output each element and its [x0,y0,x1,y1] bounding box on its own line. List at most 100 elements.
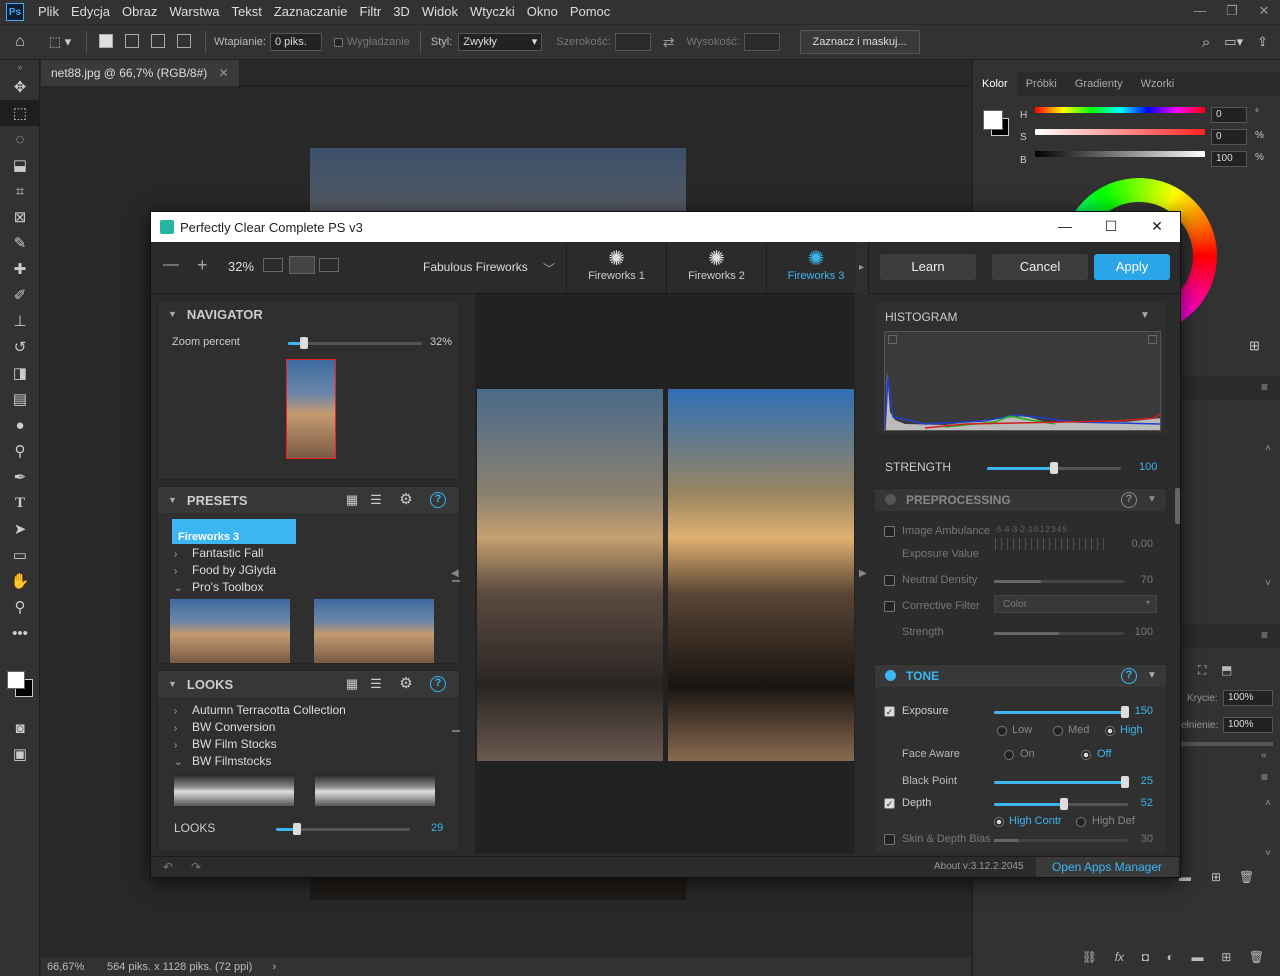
grid-view-icon[interactable]: ▦ [344,492,360,508]
strength-slider[interactable] [987,462,1121,474]
scroll-up-icon[interactable]: ˄ [1265,443,1271,454]
status-chevron-icon[interactable]: › [272,961,276,973]
exposure-med-radio[interactable] [1053,726,1063,736]
marquee-preset-icon[interactable]: ⬚ ▾ [40,34,80,50]
grid-view-icon[interactable]: ▦ [344,676,360,692]
neutral-density-checkbox[interactable] [884,575,895,586]
share-icon[interactable]: ⇪ [1257,34,1268,50]
menu-warstwa[interactable]: Warstwa [163,0,225,24]
menu-tekst[interactable]: Tekst [225,0,267,24]
move-tool-icon[interactable]: ✥ [0,74,40,100]
delete-layer-icon[interactable]: 🗑 [1239,870,1254,884]
krycie-input[interactable]: 100% [1223,690,1273,706]
tab-probki[interactable]: Próbki [1017,72,1066,96]
preset-thumbnail[interactable] [170,599,290,663]
depth-knob[interactable] [1060,798,1068,810]
layers-menu-icon[interactable]: ≡ [1261,628,1268,642]
corrective-filter-select[interactable]: Color ▾ [994,595,1157,613]
menu-plik[interactable]: Plik [32,0,65,24]
filter-strength-slider[interactable] [994,632,1124,635]
look-thumbnail[interactable] [315,774,435,806]
exposure-low-radio[interactable] [997,726,1007,736]
link-icon[interactable]: ⛓ [1082,950,1097,964]
scroll-down-icon-2[interactable]: ˅ [1265,848,1271,859]
face-aware-off-radio[interactable] [1081,750,1091,760]
gradient-tool-icon[interactable]: ▤ [0,386,40,412]
tree-item[interactable]: ⌄ BW Filmstocks [158,753,458,770]
mask-icon[interactable]: ◘ [1142,950,1149,964]
eyedropper-tool-icon[interactable]: ✎ [0,230,40,256]
new-layer-footer-icon[interactable]: ⊞ [1221,950,1231,964]
skin-depth-checkbox[interactable] [884,834,895,845]
tree-item[interactable]: ⌄ Pro's Toolbox [158,579,458,596]
menu-wtyczki[interactable]: Wtyczki [464,0,521,24]
about-link[interactable]: About v:3.12.2.2045 [934,861,1024,872]
exposure-high-radio[interactable] [1105,726,1115,736]
screen-mode-icon[interactable]: ▣ [0,741,40,767]
zoom-tool-icon[interactable]: ⚲ [0,594,40,620]
split-view-icon[interactable] [289,256,315,274]
menu-okno[interactable]: Okno [521,0,564,24]
depth-checkbox[interactable]: ✓ [884,798,895,809]
dialog-maximize-icon[interactable]: ☐ [1088,212,1134,242]
more-tools-icon[interactable]: ••• [0,620,40,646]
dialog-close-icon[interactable]: ✕ [1134,212,1180,242]
brush-tool-icon[interactable]: ✐ [0,282,40,308]
collapse-icon[interactable]: » [0,60,40,74]
preset-fireworks-3[interactable]: ✺ Fireworks 3 [766,242,866,294]
black-point-slider[interactable] [994,776,1129,788]
wypelnienie-input[interactable]: 100% [1223,717,1273,733]
hand-tool-icon[interactable]: ✋ [0,568,40,594]
crop-tool-icon[interactable]: ⌗ [0,178,40,204]
restore-icon[interactable]: ❐ [1216,0,1248,24]
menu-zaznaczanie[interactable]: Zaznaczanie [268,0,354,24]
preset-thumbnail[interactable] [314,599,434,663]
tree-item[interactable]: › BW Conversion [158,719,458,736]
looks-strength-slider[interactable] [276,823,410,835]
width-input[interactable] [614,33,651,51]
zoom-status[interactable]: 66,67% [41,961,103,973]
transform-lock-icon[interactable]: ⛶ [1198,663,1206,678]
depth-high-def-radio[interactable] [1076,817,1086,827]
fg-bg-swatch[interactable] [981,108,1011,138]
redo-icon[interactable]: ↷ [191,860,201,874]
neutral-density-slider[interactable] [994,580,1124,583]
preset-group-chevron-icon[interactable]: ﹀ [543,260,555,277]
strength-knob[interactable] [1050,462,1058,474]
menu-3d[interactable]: 3D [387,0,416,24]
new-layer-icon[interactable]: ⊞ [1211,870,1221,884]
scroll-up-icon-2[interactable]: ˄ [1265,798,1271,809]
fx-icon[interactable]: fx [1115,950,1124,964]
hue-slider[interactable] [1035,107,1205,113]
scroll-down-icon[interactable]: ˅ [1265,578,1271,589]
blur-tool-icon[interactable]: ● [0,412,40,438]
home-icon[interactable]: ⌂ [0,33,40,51]
right-scrollbar[interactable] [1175,488,1180,524]
looks-strength-knob[interactable] [293,823,302,835]
single-view-icon[interactable] [263,258,283,272]
brightness-slider[interactable] [1035,151,1205,157]
object-select-tool-icon[interactable]: ⬓ [0,152,40,178]
preprocessing-toggle-icon[interactable] [885,494,896,505]
exposure-knob[interactable] [1121,706,1129,718]
intersect-selection-icon[interactable] [177,33,191,51]
path-select-tool-icon[interactable]: ➤ [0,516,40,542]
menu-obraz[interactable]: Obraz [116,0,163,24]
zoom-in-icon[interactable]: + [197,255,208,276]
height-input[interactable] [743,33,780,51]
artboard-lock-icon[interactable]: ⬒ [1221,663,1232,677]
navigator-header[interactable]: ▼ NAVIGATOR [158,301,459,327]
add-icon[interactable]: ⊞ [1249,338,1260,354]
presets-help-icon[interactable]: ? [430,492,446,508]
trash-icon[interactable]: 🗑 [1249,950,1264,964]
tone-help-icon[interactable]: ? [1121,668,1137,684]
left-splitter-icon[interactable] [452,580,460,582]
search-icon[interactable]: ⌕ [1202,34,1210,51]
collapse-left-icon[interactable]: ◀ [451,568,459,579]
panel-collapse-icon[interactable]: « [1261,750,1267,761]
tree-item[interactable]: › BW Film Stocks [158,736,458,753]
tone-collapse-icon[interactable]: ▼ [1147,670,1157,681]
workspace-icon[interactable]: ▭▾ [1224,34,1243,50]
saturation-slider[interactable] [1035,129,1205,135]
marquee-tool-icon[interactable]: ⬚ [0,100,40,126]
